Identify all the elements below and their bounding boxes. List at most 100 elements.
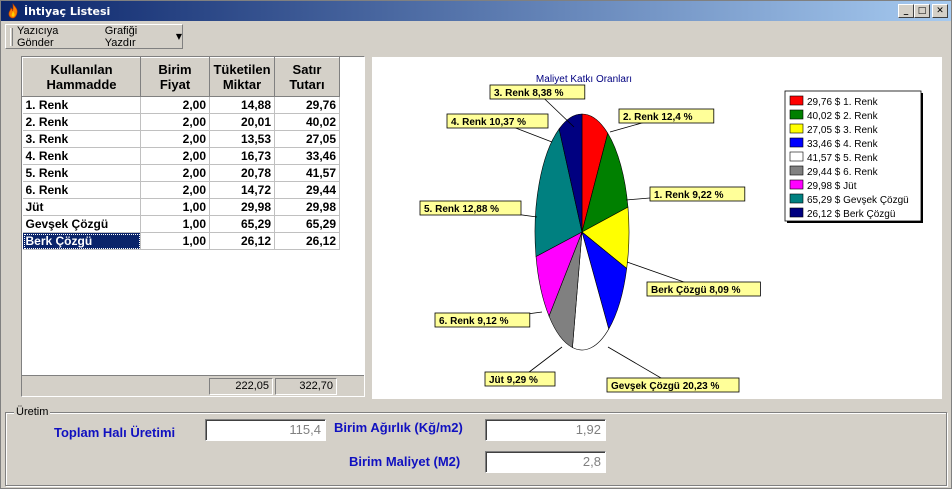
consumed-qty-cell[interactable]: 20,01 bbox=[209, 113, 275, 131]
consumed-qty-cell[interactable]: 14,72 bbox=[209, 181, 275, 199]
unit-weight-label: Birim Ağırlık (Kğ/m2) bbox=[334, 420, 463, 435]
legend-entry: 29,76 $ 1. Renk bbox=[807, 97, 879, 108]
slice-label: 2. Renk 12,4 % bbox=[623, 112, 693, 123]
legend-swatch bbox=[789, 179, 804, 190]
header-consumed-qty[interactable]: Tüketilen Miktar bbox=[209, 57, 275, 97]
legend-swatch bbox=[789, 207, 804, 218]
slice-label: 1. Renk 9,22 % bbox=[654, 190, 724, 201]
line-total-cell[interactable]: 65,29 bbox=[274, 215, 340, 233]
amount-total: 322,70 bbox=[275, 378, 337, 395]
material-cell[interactable]: 6. Renk bbox=[22, 181, 141, 199]
legend-entry: 65,29 $ Gevşek Çözgü bbox=[807, 195, 909, 206]
legend-swatch bbox=[789, 95, 804, 106]
table-row[interactable]: Berk Çözgü 1,00 26,12 26,12 bbox=[22, 232, 340, 250]
table-row[interactable]: 6. Renk 2,00 14,72 29,44 bbox=[22, 181, 340, 199]
header-material[interactable]: Kullanılan Hammadde bbox=[22, 57, 141, 97]
material-cell[interactable]: 4. Renk bbox=[22, 147, 141, 165]
line-total-cell[interactable]: 40,02 bbox=[274, 113, 340, 131]
slice-label: 3. Renk 8,38 % bbox=[494, 88, 564, 99]
header-unit-price[interactable]: Birim Fiyat bbox=[140, 57, 210, 97]
legend-entry: 27,05 $ 3. Renk bbox=[807, 125, 879, 136]
consumed-qty-cell[interactable]: 65,29 bbox=[209, 215, 275, 233]
production-group-label: Üretim bbox=[14, 406, 51, 418]
title-bar[interactable]: İhtiyaç Listesi _ □ ✕ bbox=[1, 1, 951, 21]
consumed-qty-cell[interactable]: 16,73 bbox=[209, 147, 275, 165]
qty-total: 222,05 bbox=[209, 378, 273, 395]
slice-label: 6. Renk 9,12 % bbox=[439, 316, 509, 327]
slice-label: 4. Renk 10,37 % bbox=[451, 117, 526, 128]
unit-price-cell[interactable]: 1,00 bbox=[140, 198, 210, 216]
table-row[interactable]: 2. Renk 2,00 20,01 40,02 bbox=[22, 113, 340, 131]
materials-grid[interactable]: Kullanılan Hammadde Birim Fiyat Tüketilen M… bbox=[21, 56, 365, 397]
window-title: İhtiyaç Listesi bbox=[24, 4, 111, 18]
line-total-cell[interactable]: 26,12 bbox=[274, 232, 340, 250]
total-production-field[interactable]: 115,4 bbox=[205, 419, 326, 441]
unit-price-cell[interactable]: 2,00 bbox=[140, 147, 210, 165]
unit-price-cell[interactable]: 1,00 bbox=[140, 215, 210, 233]
material-cell[interactable]: 5. Renk bbox=[22, 164, 141, 182]
chart-panel: Maliyet Katkı Oranları 1. Renk 9,22 % 2. R… bbox=[372, 57, 942, 399]
toolbar-grip[interactable] bbox=[10, 27, 13, 46]
table-row[interactable]: Jüt 1,00 29,98 29,98 bbox=[22, 198, 340, 216]
material-cell[interactable]: Gevşek Çözgü bbox=[22, 215, 141, 233]
legend-swatch bbox=[789, 193, 804, 204]
toolbar: Yazıcıya Gönder Grafiği Yazdır ▼ bbox=[5, 24, 183, 49]
grid-header-row: Kullanılan Hammadde Birim Fiyat Tüketilen M… bbox=[22, 57, 340, 97]
slice-label: Gevşek Çözgü 20,23 % bbox=[611, 381, 719, 392]
consumed-qty-cell[interactable]: 13,53 bbox=[209, 130, 275, 148]
legend-swatch bbox=[789, 137, 804, 148]
legend-entry: 40,02 $ 2. Renk bbox=[807, 111, 879, 122]
main-window: İhtiyaç Listesi _ □ ✕ Yazıcıya Gönder Gr… bbox=[0, 0, 952, 489]
pie-chart: Maliyet Katkı Oranları 1. Renk 9,22 % 2. R… bbox=[419, 74, 923, 393]
material-cell[interactable]: Berk Çözgü bbox=[22, 232, 141, 250]
consumed-qty-cell[interactable]: 26,12 bbox=[209, 232, 275, 250]
unit-price-cell[interactable]: 2,00 bbox=[140, 181, 210, 199]
close-button[interactable]: ✕ bbox=[932, 4, 948, 18]
table-row[interactable]: 4. Renk 2,00 16,73 33,46 bbox=[22, 147, 340, 165]
material-cell[interactable]: 1. Renk bbox=[22, 96, 141, 114]
flame-icon bbox=[8, 3, 18, 19]
legend-entry: 29,44 $ 6. Renk bbox=[807, 167, 879, 178]
header-line-total[interactable]: Satır Tutarı bbox=[274, 57, 340, 97]
legend-entry: 33,46 $ 4. Renk bbox=[807, 139, 879, 150]
line-total-cell[interactable]: 33,46 bbox=[274, 147, 340, 165]
slice-label: Jüt 9,29 % bbox=[489, 375, 538, 386]
line-total-cell[interactable]: 29,44 bbox=[274, 181, 340, 199]
unit-price-cell[interactable]: 2,00 bbox=[140, 113, 210, 131]
unit-cost-label: Birim Maliyet (M2) bbox=[349, 454, 461, 469]
grid-footer: 222,05 322,70 bbox=[22, 375, 364, 396]
print-chart-button[interactable]: Grafiği Yazdır bbox=[105, 25, 170, 49]
material-cell[interactable]: Jüt bbox=[22, 198, 141, 216]
unit-price-cell[interactable]: 2,00 bbox=[140, 96, 210, 114]
minimize-button[interactable]: _ bbox=[898, 4, 914, 18]
unit-price-cell[interactable]: 2,00 bbox=[140, 130, 210, 148]
unit-price-cell[interactable]: 1,00 bbox=[140, 232, 210, 250]
consumed-qty-cell[interactable]: 14,88 bbox=[209, 96, 275, 114]
send-to-printer-button[interactable]: Yazıcıya Gönder bbox=[17, 25, 97, 49]
legend-entry: 29,98 $ Jüt bbox=[807, 181, 857, 192]
maximize-button[interactable]: □ bbox=[914, 4, 930, 18]
chart-title: Maliyet Katkı Oranları bbox=[536, 74, 632, 85]
table-row[interactable]: Gevşek Çözgü 1,00 65,29 65,29 bbox=[22, 215, 340, 233]
table-row[interactable]: 1. Renk 2,00 14,88 29,76 bbox=[22, 96, 340, 114]
slice-label: 5. Renk 12,88 % bbox=[424, 204, 499, 215]
material-cell[interactable]: 3. Renk bbox=[22, 130, 141, 148]
consumed-qty-cell[interactable]: 20,78 bbox=[209, 164, 275, 182]
consumed-qty-cell[interactable]: 29,98 bbox=[209, 198, 275, 216]
legend-swatch bbox=[789, 123, 804, 134]
table-row[interactable]: 3. Renk 2,00 13,53 27,05 bbox=[22, 130, 340, 148]
unit-weight-field[interactable]: 1,92 bbox=[485, 419, 606, 441]
legend-entry: 41,57 $ 5. Renk bbox=[807, 153, 879, 164]
line-total-cell[interactable]: 41,57 bbox=[274, 164, 340, 182]
line-total-cell[interactable]: 29,76 bbox=[274, 96, 340, 114]
line-total-cell[interactable]: 27,05 bbox=[274, 130, 340, 148]
line-total-cell[interactable]: 29,98 bbox=[274, 198, 340, 216]
chevron-down-icon[interactable]: ▼ bbox=[176, 32, 182, 41]
legend-entry: 26,12 $ Berk Çözgü bbox=[807, 209, 895, 220]
unit-cost-field[interactable]: 2,8 bbox=[485, 451, 606, 473]
production-group: Üretim Toplam Halı Üretimi 115,4 Birim A… bbox=[5, 406, 947, 486]
unit-price-cell[interactable]: 2,00 bbox=[140, 164, 210, 182]
table-row[interactable]: 5. Renk 2,00 20,78 41,57 bbox=[22, 164, 340, 182]
total-production-label: Toplam Halı Üretimi bbox=[54, 425, 176, 440]
material-cell[interactable]: 2. Renk bbox=[22, 113, 141, 131]
